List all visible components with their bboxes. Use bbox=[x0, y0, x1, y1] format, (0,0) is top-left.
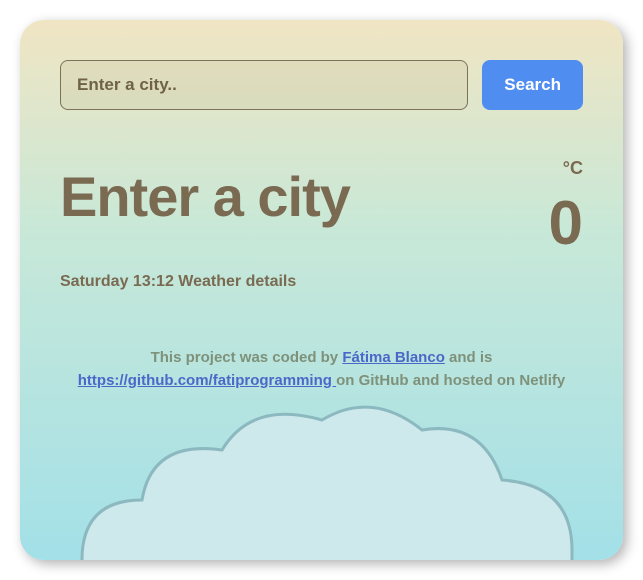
author-link[interactable]: Fátima Blanco bbox=[342, 349, 445, 366]
cloud-illustration bbox=[42, 380, 602, 560]
temperature-value: 0 bbox=[549, 193, 583, 255]
city-search-input[interactable] bbox=[60, 60, 468, 110]
footer-text-1: This project was coded by bbox=[151, 349, 343, 366]
footer-text-2: and is bbox=[445, 349, 493, 366]
main-row: Enter a city °C 0 bbox=[60, 168, 583, 255]
temperature-value-wrap: °C 0 bbox=[549, 168, 583, 255]
temperature-unit: °C bbox=[563, 158, 583, 179]
date-weather-subtitle: Saturday 13:12 Weather details bbox=[60, 273, 583, 291]
weather-card: Search Enter a city °C 0 Saturday 13:12 … bbox=[20, 20, 623, 560]
temperature-block: °C 0 bbox=[549, 168, 583, 255]
footer-text-3: on GitHub and hosted on Netlify bbox=[336, 372, 565, 389]
city-block: Enter a city bbox=[60, 168, 350, 227]
footer-credits: This project was coded by Fátima Blanco … bbox=[60, 347, 583, 392]
search-row: Search bbox=[60, 60, 583, 110]
repo-link[interactable]: https://github.com/fatiprogramming bbox=[78, 372, 336, 389]
city-title: Enter a city bbox=[60, 168, 350, 227]
search-button[interactable]: Search bbox=[482, 60, 583, 110]
